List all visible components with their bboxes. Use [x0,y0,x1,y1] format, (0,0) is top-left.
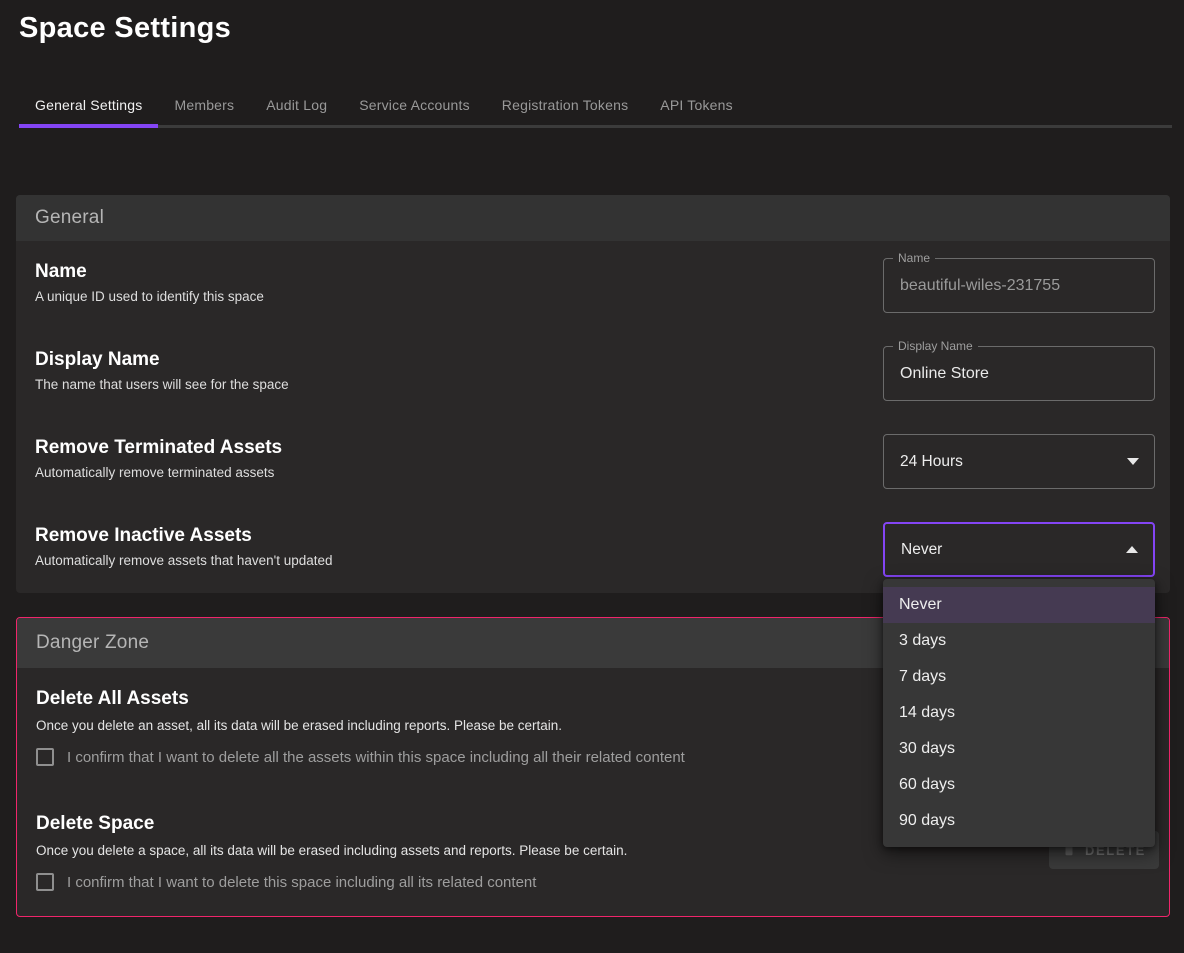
display-name-input[interactable] [884,347,1154,400]
display-name-field: Display Name [883,346,1155,401]
delete-all-assets-checkbox-label: I confirm that I want to delete all the … [67,749,685,766]
remove-inactive-row-title: Remove Inactive Assets [35,524,333,548]
remove-inactive-select-value: Never [901,541,942,559]
menu-option-7-days[interactable]: 7 days [883,659,1155,695]
name-row-desc: A unique ID used to identify this space [35,288,264,306]
display-name-field-label: Display Name [893,339,978,353]
remove-terminated-select[interactable]: 24 Hours [883,434,1155,489]
menu-option-90-days[interactable]: 90 days [883,803,1155,839]
settings-tabs: General Settings Members Audit Log Servi… [19,82,1172,128]
remove-terminated-row-title: Remove Terminated Assets [35,436,282,460]
danger-zone-title: Danger Zone [36,632,149,654]
general-card-title: General [35,207,104,229]
name-row-title: Name [35,260,264,284]
tab-service-accounts[interactable]: Service Accounts [343,82,486,125]
tab-general-settings[interactable]: General Settings [19,82,158,125]
remove-inactive-row: Remove Inactive Assets Automatically rem… [35,522,1155,577]
tab-api-tokens[interactable]: API Tokens [644,82,749,125]
tab-registration-tokens[interactable]: Registration Tokens [486,82,645,125]
tab-members[interactable]: Members [158,82,250,125]
space-settings-page: Space Settings General Settings Members … [0,0,1184,953]
remove-terminated-row: Remove Terminated Assets Automatically r… [35,434,1155,489]
remove-terminated-select-value: 24 Hours [900,453,963,471]
remove-terminated-row-text: Remove Terminated Assets Automatically r… [35,434,282,482]
remove-inactive-select[interactable]: Never [883,522,1155,577]
display-name-row-desc: The name that users will see for the spa… [35,376,289,394]
menu-option-60-days[interactable]: 60 days [883,767,1155,803]
delete-space-confirm-row: I confirm that I want to delete this spa… [36,873,1154,891]
chevron-up-icon [1126,546,1138,553]
delete-all-assets-checkbox[interactable] [36,748,54,766]
display-name-row-title: Display Name [35,348,289,372]
remove-inactive-dropdown-menu: Never 3 days 7 days 14 days 30 days 60 d… [883,579,1155,847]
menu-option-3-days[interactable]: 3 days [883,623,1155,659]
remove-terminated-row-desc: Automatically remove terminated assets [35,464,282,482]
name-input[interactable] [884,259,1154,312]
name-field: Name [883,258,1155,313]
remove-inactive-row-text: Remove Inactive Assets Automatically rem… [35,522,333,570]
display-name-row-text: Display Name The name that users will se… [35,346,289,394]
display-name-row: Display Name The name that users will se… [35,346,1155,401]
delete-space-checkbox-label: I confirm that I want to delete this spa… [67,874,536,891]
name-field-label: Name [893,251,935,265]
general-card: General Name A unique ID used to identif… [16,195,1170,593]
chevron-down-icon [1127,458,1139,465]
page-title: Space Settings [19,12,231,45]
tab-audit-log[interactable]: Audit Log [250,82,343,125]
menu-option-never[interactable]: Never [883,587,1155,623]
general-card-header: General [16,195,1170,241]
name-row: Name A unique ID used to identify this s… [35,258,1155,313]
menu-option-30-days[interactable]: 30 days [883,731,1155,767]
menu-option-14-days[interactable]: 14 days [883,695,1155,731]
general-card-body: Name A unique ID used to identify this s… [16,241,1170,593]
delete-space-checkbox[interactable] [36,873,54,891]
name-row-text: Name A unique ID used to identify this s… [35,258,264,306]
remove-inactive-row-desc: Automatically remove assets that haven't… [35,552,333,570]
